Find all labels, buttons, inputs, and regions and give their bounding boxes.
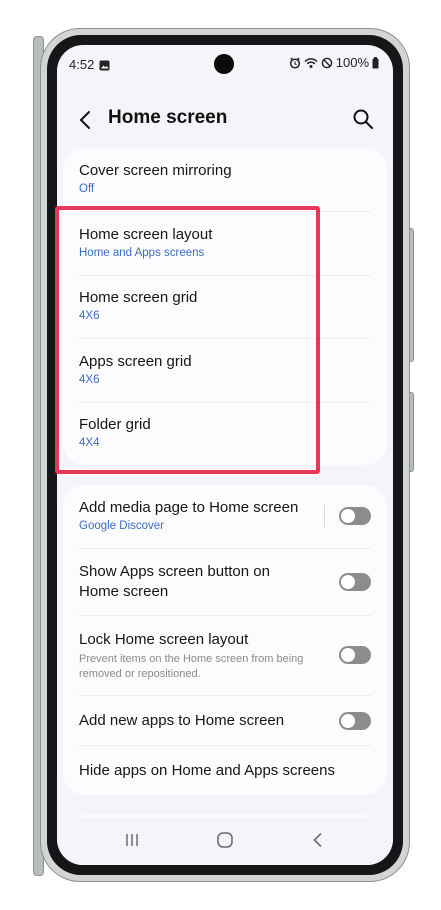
home-icon[interactable] [216, 831, 234, 854]
recents-icon[interactable] [123, 831, 141, 854]
page-title: Home screen [108, 107, 228, 128]
app-header: Home screen [57, 95, 393, 143]
vertical-separator [324, 505, 325, 527]
lock-home-layout-item[interactable]: Lock Home screen layout Prevent items on… [79, 630, 371, 682]
hide-apps-item[interactable]: Hide apps on Home and Apps screens [79, 761, 371, 781]
item-subtitle: Google Discover [79, 520, 165, 532]
gallery-icon [99, 58, 110, 76]
battery-level: 100% [335, 55, 369, 70]
status-time: 4:52 [69, 57, 95, 72]
wifi-icon [304, 57, 318, 69]
add-new-apps-toggle[interactable] [339, 712, 371, 730]
divider [79, 695, 371, 696]
status-bar: 4:52 100% [57, 45, 393, 85]
item-title: Cover screen mirroring [79, 162, 232, 179]
show-apps-button-item[interactable]: Show Apps screen button on Home screen [79, 562, 371, 602]
item-title-line1: Show Apps screen button on [79, 563, 270, 580]
cover-screen-mirroring-item[interactable]: Cover screen mirroring Off [79, 161, 371, 195]
add-media-page-item[interactable]: Add media page to Home screen Google Dis… [79, 498, 371, 532]
back-icon[interactable] [309, 831, 327, 854]
add-new-apps-item[interactable]: Add new apps to Home screen [79, 711, 371, 731]
item-title: Add media page to Home screen [79, 499, 299, 516]
search-icon[interactable] [351, 107, 375, 131]
toggle-knob [341, 575, 355, 589]
item-title: Lock Home screen layout [79, 631, 249, 648]
alarm-icon [289, 56, 301, 69]
settings-group-home: Add media page to Home screen Google Dis… [63, 485, 387, 795]
back-arrow-icon[interactable] [73, 107, 99, 133]
item-description-line1: Prevent items on the Home screen from be… [79, 653, 304, 665]
highlight-box [55, 206, 320, 474]
battery-icon [372, 56, 379, 69]
front-camera [214, 54, 234, 74]
status-icons: 100% [289, 55, 379, 70]
lock-home-layout-toggle[interactable] [339, 646, 371, 664]
show-apps-button-toggle[interactable] [339, 573, 371, 591]
item-subtitle: Off [79, 183, 95, 195]
toggle-knob [341, 648, 355, 662]
do-not-disturb-icon [321, 57, 333, 69]
divider [79, 745, 371, 746]
toggle-knob [341, 714, 355, 728]
item-title-line2: Home screen [79, 583, 169, 600]
divider [79, 548, 371, 549]
divider [79, 615, 371, 616]
add-media-page-toggle[interactable] [339, 507, 371, 525]
item-description-line2: removed or repositioned. [79, 668, 201, 680]
item-title: Hide apps on Home and Apps screens [79, 762, 335, 779]
navigation-bar [57, 817, 393, 865]
toggle-knob [341, 509, 355, 523]
item-title: Add new apps to Home screen [79, 712, 285, 729]
